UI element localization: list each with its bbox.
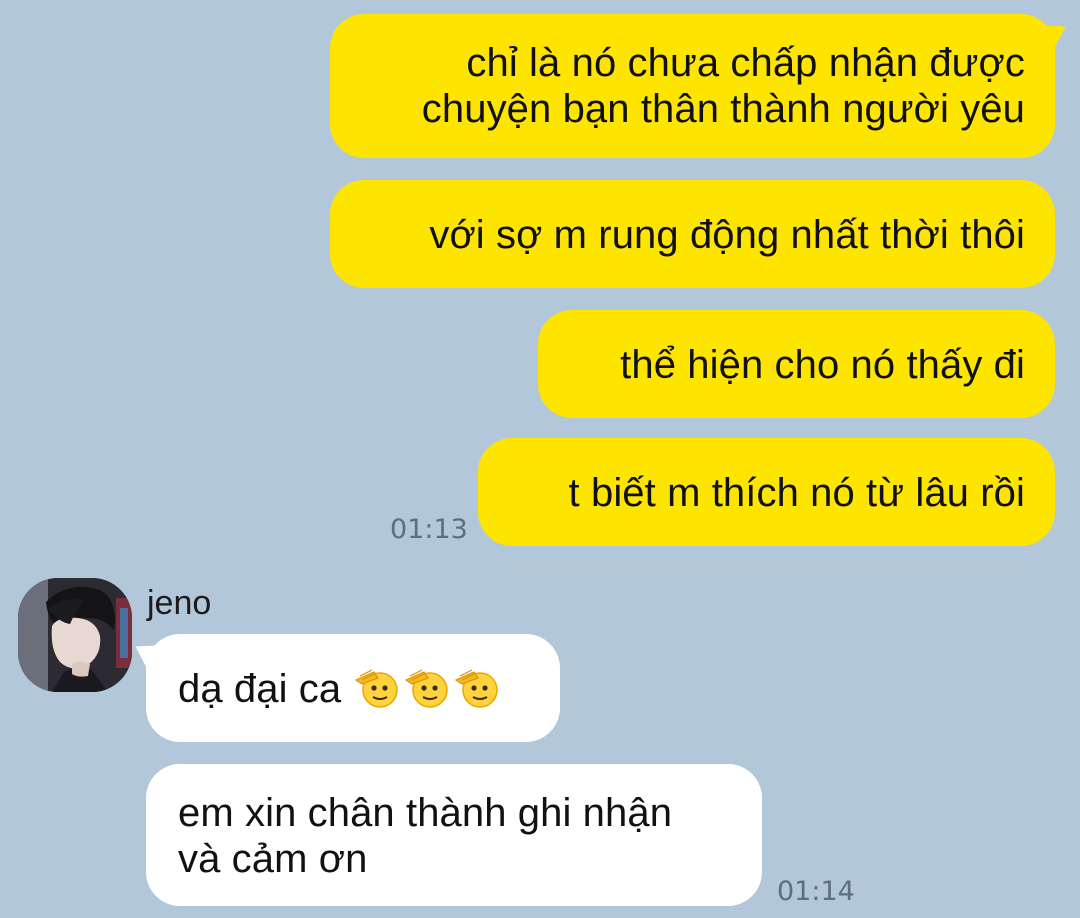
bubble-tail — [1039, 14, 1073, 50]
sender-name: jeno — [147, 584, 212, 622]
outgoing-message[interactable]: thể hiện cho nó thấy đi — [538, 310, 1055, 418]
message-text: em xin chân thành ghi nhận và cảm ơn — [178, 791, 673, 881]
outgoing-message[interactable]: chỉ là nó chưa chấp nhận được chuyện bạn… — [330, 14, 1073, 158]
saluting-face-emoji-icon — [404, 666, 452, 710]
message-text: chỉ là nó chưa chấp nhận được chuyện bạn… — [421, 41, 1025, 131]
saluting-face-emoji-icon — [354, 666, 402, 710]
sender-avatar[interactable] — [18, 578, 132, 692]
message-text: t biết m thích nó từ lâu rồi — [568, 471, 1025, 515]
message-timestamp: 01:13 — [390, 514, 468, 545]
outgoing-message[interactable]: với sợ m rung động nhất thời thôi — [330, 180, 1055, 288]
outgoing-message[interactable]: t biết m thích nó từ lâu rồi — [478, 438, 1055, 546]
incoming-message[interactable]: dạ đại ca — [128, 634, 560, 742]
message-text: với sợ m rung động nhất thời thôi — [429, 213, 1025, 257]
bubble-tail — [128, 634, 162, 670]
incoming-message[interactable]: em xin chân thành ghi nhận và cảm ơn — [146, 764, 762, 906]
chat-conversation: chỉ là nó chưa chấp nhận được chuyện bạn… — [0, 0, 1080, 918]
profile-photo-icon — [18, 578, 132, 692]
message-timestamp: 01:14 — [777, 876, 855, 907]
message-text: thể hiện cho nó thấy đi — [620, 343, 1025, 387]
message-text: dạ đại ca — [178, 667, 342, 711]
saluting-face-emoji-icon — [454, 666, 502, 710]
